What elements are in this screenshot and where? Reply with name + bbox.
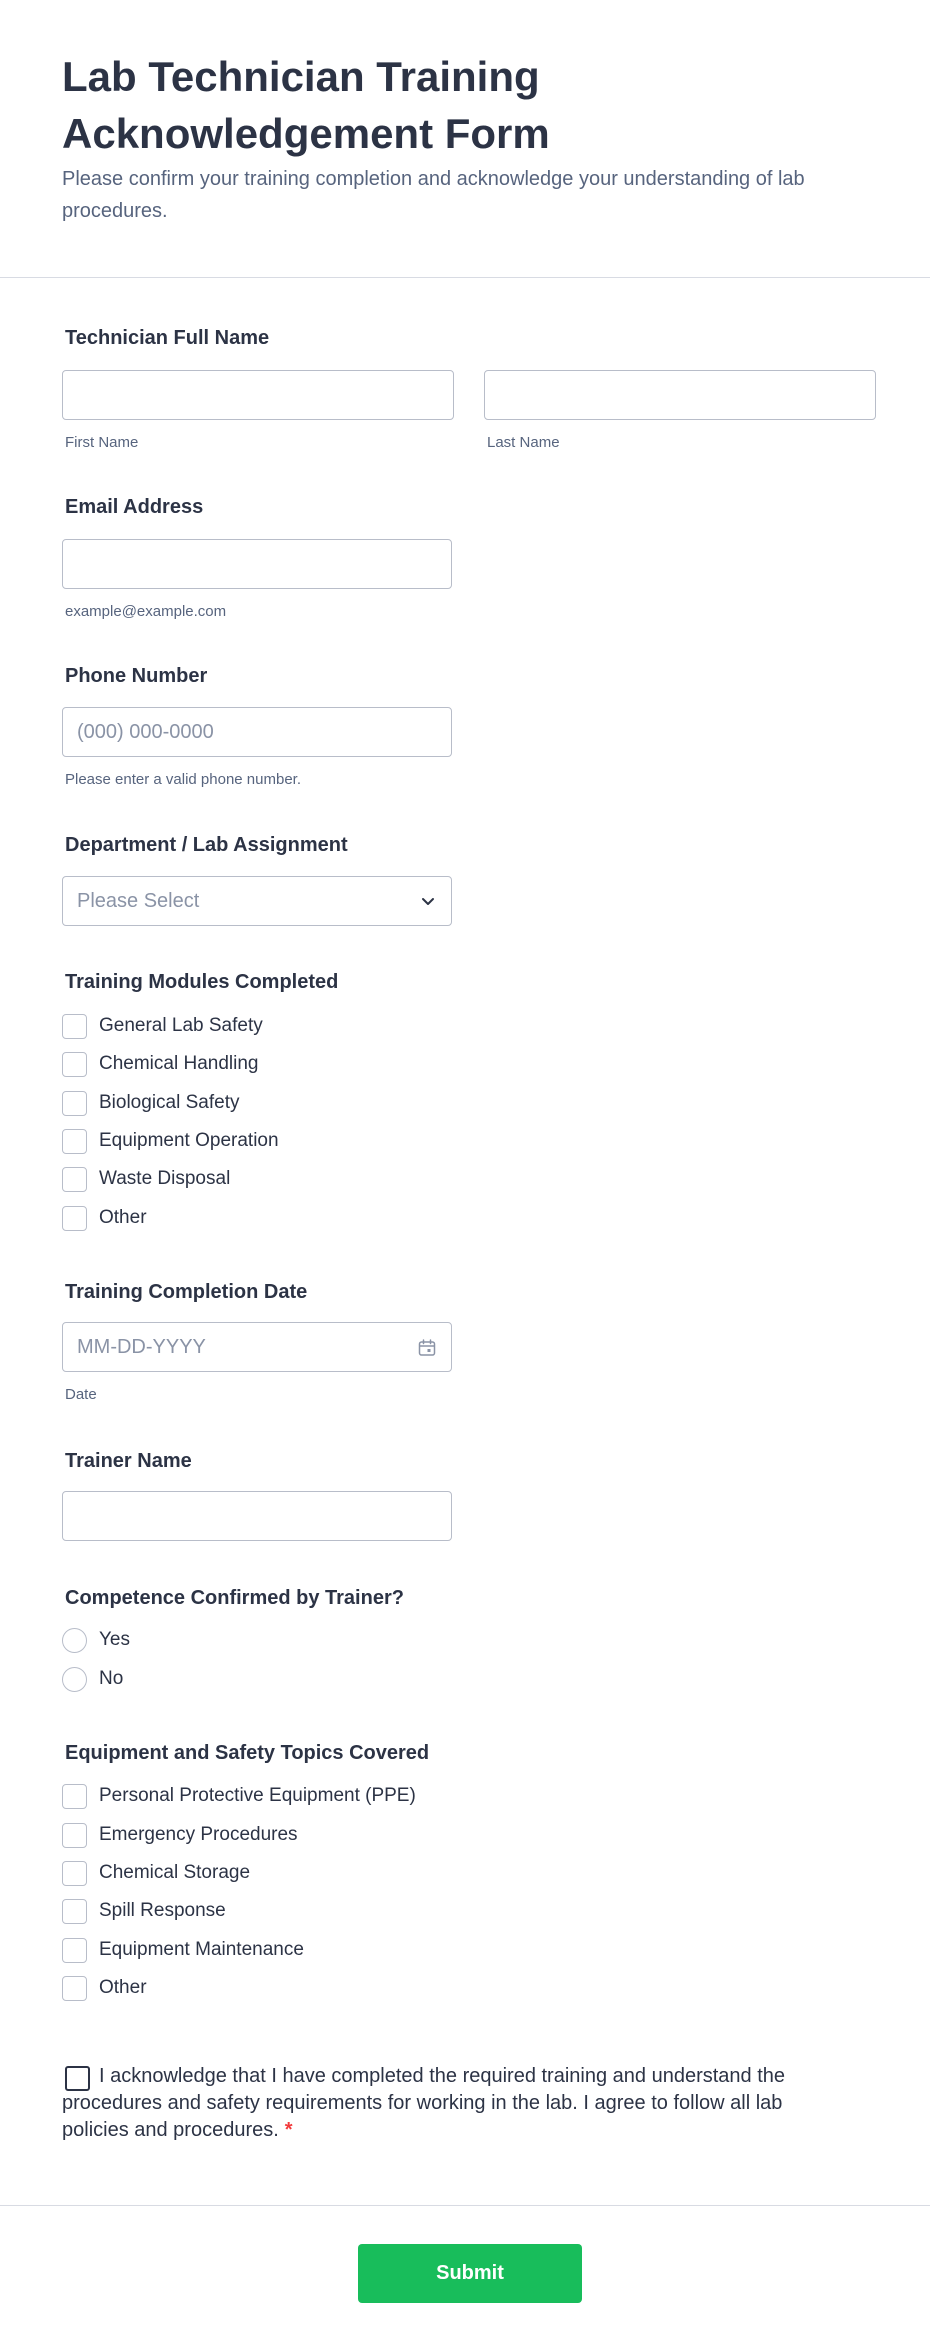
department-select[interactable]: Please Select bbox=[62, 876, 452, 926]
phone-label: Phone Number bbox=[65, 665, 208, 687]
checkbox[interactable] bbox=[62, 1166, 87, 1192]
calendar-icon[interactable] bbox=[417, 1338, 437, 1358]
phone-placeholder: (000) 000-0000 bbox=[77, 721, 214, 743]
option-label: Other bbox=[99, 1207, 147, 1228]
trainer-name-input[interactable] bbox=[62, 1491, 452, 1541]
date-placeholder: MM-DD-YYYY bbox=[77, 1336, 206, 1358]
topic-option[interactable]: Emergency Procedures bbox=[62, 1822, 298, 1848]
email-input[interactable] bbox=[62, 539, 452, 589]
checkbox[interactable] bbox=[62, 1783, 87, 1809]
radio-button[interactable] bbox=[62, 1627, 87, 1653]
module-option[interactable]: General Lab Safety bbox=[62, 1013, 263, 1039]
checkbox[interactable] bbox=[62, 1898, 87, 1924]
checkbox[interactable] bbox=[62, 1205, 87, 1231]
checkbox[interactable] bbox=[62, 1013, 87, 1039]
option-label: Biological Safety bbox=[99, 1092, 240, 1113]
competence-option-yes[interactable]: Yes bbox=[62, 1627, 130, 1653]
email-label: Email Address bbox=[65, 496, 204, 518]
checkbox[interactable] bbox=[62, 1860, 87, 1886]
module-option[interactable]: Biological Safety bbox=[62, 1090, 239, 1116]
last-name-sublabel: Last Name bbox=[487, 434, 560, 451]
phone-input[interactable]: (000) 000-0000 bbox=[62, 707, 452, 757]
option-label: No bbox=[99, 1668, 124, 1689]
submit-button[interactable]: Submit bbox=[358, 2244, 582, 2303]
acknowledgement-text: I acknowledge that I have completed the … bbox=[62, 2063, 792, 2144]
topic-option[interactable]: Chemical Storage bbox=[62, 1860, 250, 1886]
option-label: Equipment Maintenance bbox=[99, 1939, 304, 1960]
option-label: Spill Response bbox=[99, 1900, 226, 1921]
required-asterisk: * bbox=[284, 2119, 293, 2141]
topic-option[interactable]: Personal Protective Equipment (PPE) bbox=[62, 1783, 416, 1809]
module-option[interactable]: Waste Disposal bbox=[62, 1166, 230, 1192]
module-option[interactable]: Equipment Operation bbox=[62, 1128, 279, 1154]
checkbox[interactable] bbox=[62, 1051, 87, 1077]
form-subtitle: Please confirm your training completion … bbox=[62, 168, 805, 222]
option-label: Waste Disposal bbox=[99, 1168, 231, 1189]
full-name-label: Technician Full Name bbox=[65, 327, 270, 349]
department-label: Department / Lab Assignment bbox=[65, 834, 348, 856]
first-name-sublabel: First Name bbox=[65, 434, 139, 451]
checkbox[interactable] bbox=[62, 1090, 87, 1116]
option-label: Equipment Operation bbox=[99, 1130, 279, 1151]
option-label: Emergency Procedures bbox=[99, 1824, 298, 1845]
topics-label: Equipment and Safety Topics Covered bbox=[65, 1742, 430, 1764]
form-title: Lab Technician Training Acknowledgement … bbox=[62, 53, 550, 157]
option-label: General Lab Safety bbox=[99, 1015, 263, 1036]
last-name-input[interactable] bbox=[484, 370, 876, 420]
radio-button[interactable] bbox=[62, 1666, 87, 1692]
competence-label: Competence Confirmed by Trainer? bbox=[65, 1587, 404, 1609]
module-option[interactable]: Other bbox=[62, 1205, 147, 1231]
checkbox[interactable] bbox=[62, 1937, 87, 1963]
option-label: Chemical Storage bbox=[99, 1862, 251, 1883]
option-label: Chemical Handling bbox=[99, 1053, 259, 1074]
option-label: Other bbox=[99, 1977, 147, 1998]
form-header: Lab Technician Training Acknowledgement … bbox=[0, 0, 930, 278]
checkbox[interactable] bbox=[62, 1128, 87, 1154]
modules-label: Training Modules Completed bbox=[65, 971, 339, 993]
topic-option[interactable]: Other bbox=[62, 1975, 147, 2001]
chevron-down-icon bbox=[422, 898, 434, 905]
module-option[interactable]: Chemical Handling bbox=[62, 1051, 258, 1077]
option-label: Yes bbox=[99, 1629, 130, 1650]
trainer-label: Trainer Name bbox=[65, 1450, 192, 1472]
email-sublabel: example@example.com bbox=[65, 603, 227, 620]
footer-divider bbox=[0, 2205, 930, 2206]
checkbox[interactable] bbox=[62, 1822, 87, 1848]
date-sublabel: Date bbox=[65, 1386, 97, 1403]
acknowledgement-label: I acknowledge that I have completed the … bbox=[62, 2065, 786, 2141]
option-label: Personal Protective Equipment (PPE) bbox=[99, 1785, 416, 1806]
topic-option[interactable]: Equipment Maintenance bbox=[62, 1937, 304, 1963]
checkbox[interactable] bbox=[62, 1975, 87, 2001]
department-placeholder: Please Select bbox=[77, 890, 200, 912]
competence-option-no[interactable]: No bbox=[62, 1666, 123, 1692]
completion-date-input[interactable]: MM-DD-YYYY bbox=[62, 1322, 452, 1372]
phone-sublabel: Please enter a valid phone number. bbox=[65, 771, 301, 788]
topic-option[interactable]: Spill Response bbox=[62, 1898, 226, 1924]
first-name-input[interactable] bbox=[62, 370, 454, 420]
completion-date-label: Training Completion Date bbox=[65, 1281, 308, 1303]
